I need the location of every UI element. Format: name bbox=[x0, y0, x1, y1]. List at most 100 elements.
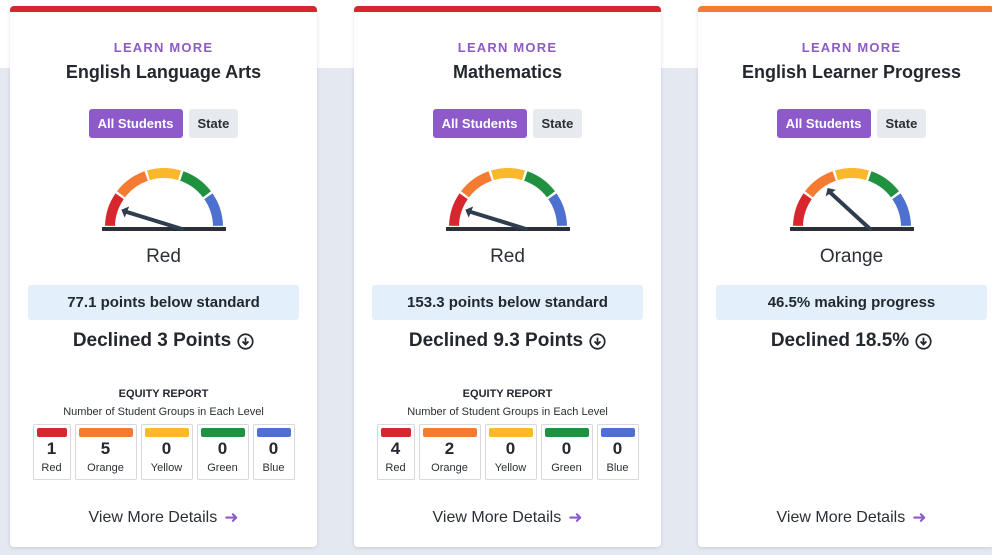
change-label: Declined 18.5% bbox=[770, 330, 910, 351]
equity-report-title: EQUITY REPORT bbox=[118, 388, 209, 400]
learn-more-link[interactable]: LEARN MORE bbox=[698, 40, 992, 55]
gauge-segment bbox=[146, 168, 181, 181]
performance-gauge bbox=[10, 156, 317, 236]
level-name: Red bbox=[385, 462, 406, 474]
level-count: 1 bbox=[46, 439, 57, 458]
level-box-green: 0 Green bbox=[196, 424, 249, 480]
view-more-details-link[interactable]: View More Details ➜ bbox=[10, 508, 317, 528]
level-box-yellow: 0 Yellow bbox=[140, 424, 193, 480]
card-mathematics: LEARN MORE Mathematics All Students Stat… bbox=[354, 6, 661, 547]
gauge-segment bbox=[867, 171, 899, 198]
card-title: English Learner Progress bbox=[741, 62, 962, 82]
performance-gauge bbox=[354, 156, 661, 236]
performance-level-label: Orange bbox=[819, 246, 884, 267]
gauge-arcs bbox=[104, 168, 223, 227]
level-swatch bbox=[78, 428, 133, 437]
gauge-segment bbox=[104, 193, 124, 227]
circle-down-arrow-icon bbox=[915, 332, 932, 350]
gauge-segment bbox=[547, 193, 567, 227]
equity-levels: 4 Red 2 Orange 0 Yellow 0 Green 0 Blue bbox=[354, 424, 661, 480]
status-text: 77.1 points below standard bbox=[28, 285, 299, 320]
view-more-details-link[interactable]: View More Details ➜ bbox=[698, 508, 992, 528]
gauge-needle bbox=[468, 210, 528, 231]
card-english-learner-progress: LEARN MORE English Learner Progress All … bbox=[698, 6, 992, 547]
card-topbar bbox=[698, 6, 992, 12]
equity-report-subtitle: Number of Student Groups in Each Level bbox=[407, 406, 608, 418]
state-toggle[interactable]: State bbox=[188, 109, 239, 138]
all-students-toggle[interactable]: All Students bbox=[776, 109, 871, 138]
arrow-right-icon: ➜ bbox=[224, 508, 239, 527]
level-box-orange: 2 Orange bbox=[418, 424, 481, 480]
equity-report-subtitle: Number of Student Groups in Each Level bbox=[63, 406, 264, 418]
level-name: Green bbox=[551, 462, 582, 474]
level-box-yellow: 0 Yellow bbox=[484, 424, 537, 480]
level-swatch bbox=[144, 428, 189, 437]
level-swatch bbox=[422, 428, 477, 437]
performance-gauge bbox=[698, 156, 992, 236]
gauge-segment bbox=[523, 171, 555, 198]
level-name: Blue bbox=[606, 462, 629, 474]
view-more-label: View More Details bbox=[776, 509, 906, 526]
level-box-blue: 0 Blue bbox=[596, 424, 639, 480]
gauge-segment bbox=[116, 171, 148, 198]
level-box-red: 1 Red bbox=[32, 424, 71, 480]
level-swatch bbox=[600, 428, 635, 437]
change-label: Declined 3 Points bbox=[72, 330, 232, 351]
gauge-needle bbox=[124, 210, 184, 231]
level-name: Yellow bbox=[494, 462, 527, 474]
gauge-segment bbox=[179, 171, 211, 198]
view-more-label: View More Details bbox=[88, 509, 218, 526]
level-swatch bbox=[488, 428, 533, 437]
level-count: 0 bbox=[505, 439, 516, 458]
circle-down-arrow-icon bbox=[237, 332, 254, 350]
view-more-label: View More Details bbox=[432, 509, 562, 526]
level-box-blue: 0 Blue bbox=[252, 424, 295, 480]
gauge-arcs bbox=[792, 168, 911, 227]
arrow-right-icon: ➜ bbox=[912, 508, 927, 527]
level-swatch bbox=[256, 428, 291, 437]
gauge-arcs bbox=[448, 168, 567, 227]
status-text: 153.3 points below standard bbox=[372, 285, 643, 320]
learn-more-link[interactable]: LEARN MORE bbox=[354, 40, 661, 55]
status-text: 46.5% making progress bbox=[716, 285, 987, 320]
level-count: 0 bbox=[612, 439, 623, 458]
change-text: Declined 3 Points bbox=[10, 330, 317, 352]
gauge-needle bbox=[828, 191, 872, 231]
level-name: Green bbox=[207, 462, 238, 474]
level-box-red: 4 Red bbox=[376, 424, 415, 480]
arrow-right-icon: ➜ bbox=[568, 508, 583, 527]
view-more-details-link[interactable]: View More Details ➜ bbox=[354, 508, 661, 528]
learn-more-link[interactable]: LEARN MORE bbox=[10, 40, 317, 55]
card-topbar bbox=[354, 6, 661, 12]
level-count: 0 bbox=[161, 439, 172, 458]
level-swatch bbox=[544, 428, 589, 437]
gauge-svg bbox=[445, 168, 570, 231]
card-title: Mathematics bbox=[452, 62, 563, 82]
all-students-toggle[interactable]: All Students bbox=[432, 109, 527, 138]
state-toggle[interactable]: State bbox=[876, 109, 927, 138]
gauge-segment bbox=[460, 171, 492, 198]
performance-level-label: Red bbox=[146, 246, 181, 267]
level-name: Red bbox=[41, 462, 62, 474]
state-toggle[interactable]: State bbox=[532, 109, 583, 138]
level-swatch bbox=[36, 428, 67, 437]
change-text: Declined 9.3 Points bbox=[354, 330, 661, 352]
change-text: Declined 18.5% bbox=[698, 330, 992, 352]
level-name: Orange bbox=[431, 462, 468, 474]
equity-report-title: EQUITY REPORT bbox=[462, 388, 553, 400]
level-name: Orange bbox=[87, 462, 124, 474]
gauge-segment bbox=[891, 193, 911, 227]
circle-down-arrow-icon bbox=[589, 332, 606, 350]
gauge-svg bbox=[101, 168, 226, 231]
all-students-toggle[interactable]: All Students bbox=[88, 109, 183, 138]
gauge-segment bbox=[203, 193, 223, 227]
level-count: 5 bbox=[100, 439, 111, 458]
gauge-segment bbox=[834, 168, 869, 181]
equity-levels: 1 Red 5 Orange 0 Yellow 0 Green 0 Blue bbox=[10, 424, 317, 480]
card-english-language-arts: LEARN MORE English Language Arts All Stu… bbox=[10, 6, 317, 547]
level-swatch bbox=[200, 428, 245, 437]
level-count: 2 bbox=[444, 439, 455, 458]
level-name: Blue bbox=[262, 462, 285, 474]
card-topbar bbox=[10, 6, 317, 12]
gauge-segment bbox=[490, 168, 525, 181]
